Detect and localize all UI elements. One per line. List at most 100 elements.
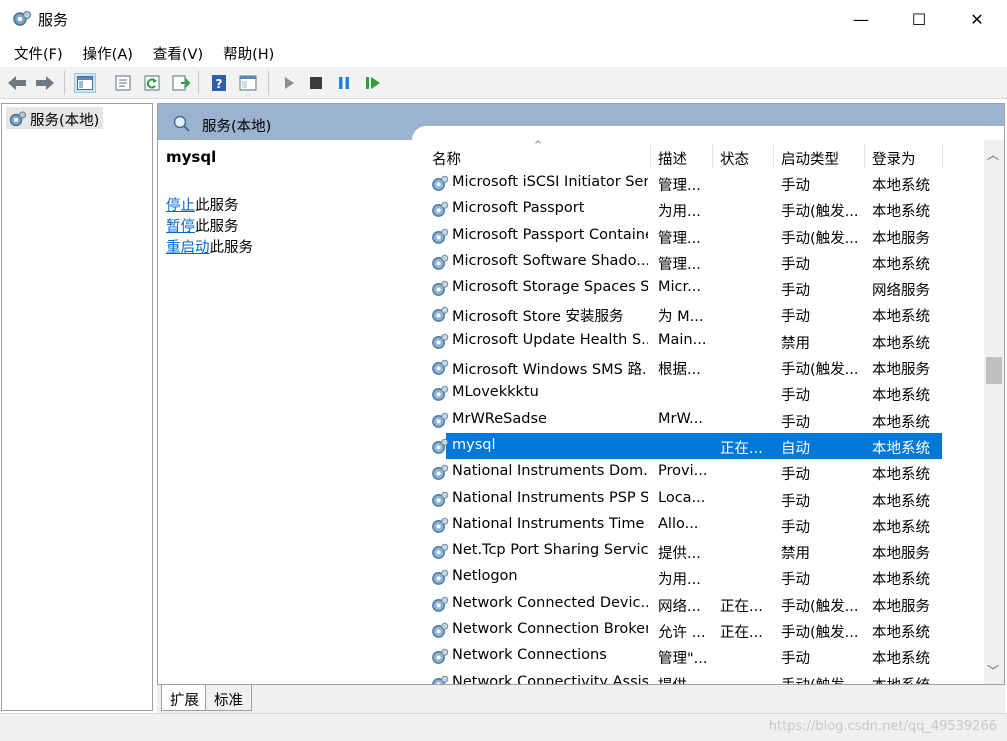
table-row[interactable]: Microsoft Passport 为用... 手动(触发... 本地系统 (424, 196, 984, 222)
tab-extended[interactable]: 扩展 (161, 685, 208, 711)
table-row[interactable]: Net.Tcp Port Sharing Service 提供... 禁用 本地服务 (424, 538, 984, 564)
sort-caret-icon: ^ (534, 140, 543, 151)
column-divider[interactable] (942, 144, 943, 168)
table-row[interactable]: mysql 正在... 自动 本地系统 (424, 432, 984, 459)
table-row[interactable]: Network Connection Broker 允许 ... 正在... 手动(触… (424, 617, 984, 643)
cell-description: 管理... (658, 256, 701, 273)
service-gear-icon (430, 227, 449, 246)
table-row[interactable]: Network Connected Devic... 网络... 正在... 手动(触… (424, 591, 984, 617)
service-gear-icon (430, 174, 449, 193)
scroll-up-icon[interactable]: ︿ (987, 146, 999, 163)
pause-service-icon[interactable] (333, 73, 355, 93)
column-divider[interactable] (864, 144, 865, 168)
table-row[interactable]: National Instruments Dom... Provi... 手动 本地系… (424, 459, 984, 485)
table-row[interactable]: Microsoft Storage Spaces S... Micr... 手动 网络… (424, 275, 984, 301)
restart-service-icon[interactable] (362, 73, 384, 93)
cell-log-on-as: 本地系统 (872, 335, 930, 352)
column-header-startup-type[interactable]: 启动类型 (781, 148, 839, 169)
table-row[interactable]: Microsoft Software Shado... 管理... 手动 本地系统 (424, 249, 984, 275)
service-gear-icon (430, 437, 449, 456)
table-row[interactable]: Network Connectivity Assis... 提供... 手动(触发.… (424, 670, 984, 685)
table-row[interactable]: MrWReSadse MrW... 手动 本地系统 (424, 407, 984, 433)
table-row[interactable]: National Instruments Time ... Allo... 手动 本地… (424, 512, 984, 538)
forward-icon[interactable] (34, 73, 56, 93)
action-suffix: 此服务 (209, 240, 254, 256)
column-header-status[interactable]: 状态 (720, 148, 749, 169)
column-divider[interactable] (650, 144, 651, 168)
cell-description: 根据... (658, 362, 701, 379)
tab-label: 扩展 (170, 693, 199, 709)
maximize-button[interactable]: ☐ (890, 0, 948, 38)
close-button[interactable]: ✕ (948, 0, 1006, 38)
menu-file[interactable]: 文件(F) (6, 40, 71, 66)
tab-standard[interactable]: 标准 (205, 685, 252, 711)
menu-help[interactable]: 帮助(H) (215, 40, 282, 66)
cell-startup-type: 手动 (781, 309, 810, 326)
minimize-button[interactable]: — (832, 0, 890, 38)
table-row[interactable]: Microsoft Update Health S... Main... 禁用 本地系… (424, 328, 984, 354)
table-row[interactable]: National Instruments PSP S... Loca... 手动 本地… (424, 486, 984, 512)
table-row[interactable]: Microsoft iSCSI Initiator Ser... 管理... 手动 本… (424, 170, 984, 196)
column-header-log-on-as[interactable]: 登录为 (872, 148, 916, 169)
cell-status: 正在... (720, 440, 763, 457)
cell-name: Network Connection Broker (452, 621, 648, 638)
table-row[interactable]: Microsoft Passport Container 管理... 手动(触发..… (424, 223, 984, 249)
refresh-icon[interactable] (141, 73, 163, 93)
menu-bar: 文件(F) 操作(A) 查看(V) 帮助(H) (0, 40, 1007, 66)
menu-view[interactable]: 查看(V) (145, 40, 211, 66)
menu-action[interactable]: 操作(A) (75, 40, 141, 66)
console-view-icon[interactable] (237, 73, 259, 93)
cell-name: mysql (452, 436, 496, 453)
cell-name: Microsoft Store 安装服务 (452, 309, 624, 326)
start-service-icon[interactable] (278, 73, 300, 93)
table-row[interactable]: Netlogon 为用... 手动 本地系统 (424, 564, 984, 590)
help-icon[interactable]: ? (208, 73, 230, 93)
cell-name: Microsoft iSCSI Initiator Ser... (452, 174, 648, 190)
service-gear-icon (430, 568, 449, 587)
cell-log-on-as: 本地系统 (872, 651, 930, 668)
back-icon[interactable] (6, 73, 28, 93)
cell-log-on-as: 本地系统 (872, 388, 930, 405)
restart-service-link[interactable]: 重启动 (166, 240, 210, 256)
cell-status: 正在... (720, 625, 763, 642)
cell-log-on-as: 本地系统 (872, 625, 930, 642)
column-header-name[interactable]: 名称 (432, 148, 461, 169)
cell-description: 管理... (658, 178, 701, 194)
cell-startup-type: 手动 (781, 256, 810, 273)
table-row[interactable]: MLovekkktu 手动 本地系统 (424, 380, 984, 406)
properties-icon[interactable] (112, 73, 134, 93)
export-list-icon[interactable] (170, 73, 192, 93)
service-gear-icon (430, 332, 449, 351)
cell-log-on-as: 本地系统 (872, 572, 930, 589)
cell-description: Provi... (658, 463, 708, 480)
scrollbar-thumb[interactable] (986, 357, 1002, 384)
stop-service-link[interactable]: 停止 (166, 198, 195, 214)
cell-name: Microsoft Passport (452, 200, 585, 217)
vertical-scrollbar[interactable]: ︿ ﹀ (984, 140, 1004, 684)
table-row[interactable]: Microsoft Windows SMS 路... 根据... 手动(触发... 本… (424, 354, 984, 380)
action-suffix: 此服务 (195, 198, 239, 214)
pause-service-link[interactable]: 暂停 (166, 219, 195, 235)
tree-item-services-local[interactable]: 服务(本地) (6, 107, 104, 129)
cell-startup-type: 手动(触发... (781, 598, 859, 615)
toolbar-separator (198, 71, 199, 95)
table-row[interactable]: Network Connections 管理"... 手动 本地系统 (424, 643, 984, 669)
cell-startup-type: 手动 (781, 519, 810, 536)
minimize-icon: — (853, 9, 869, 29)
column-header-description[interactable]: 描述 (658, 148, 687, 169)
cell-description: 为 M... (658, 309, 704, 326)
table-row[interactable]: Microsoft Store 安装服务 为 M... 手动 本地系统 (424, 301, 984, 327)
scroll-down-icon[interactable]: ﹀ (987, 662, 999, 679)
cell-description: 允许 ... (658, 625, 706, 642)
cell-description: 为用... (658, 572, 701, 589)
service-gear-icon (430, 305, 449, 324)
cell-startup-type: 手动 (781, 467, 810, 484)
show-hide-tree-icon[interactable] (74, 73, 96, 93)
cell-name: Network Connectivity Assis... (452, 673, 648, 685)
stop-service-icon[interactable] (305, 73, 327, 93)
column-divider[interactable] (712, 144, 713, 168)
cell-log-on-as: 本地系统 (872, 440, 930, 457)
column-divider[interactable] (773, 144, 774, 168)
selected-service-name: mysql (166, 148, 217, 166)
details-pane: 服务(本地) mysql 停止此服务 暂停此服务 重启动此服务 ^ 名称 描述 … (157, 103, 1005, 685)
